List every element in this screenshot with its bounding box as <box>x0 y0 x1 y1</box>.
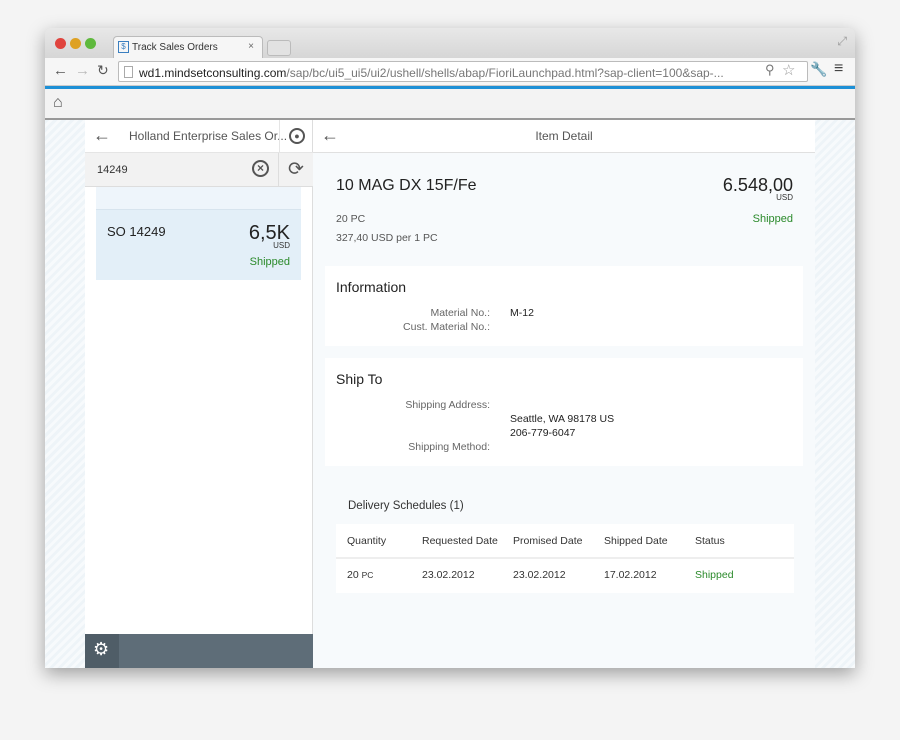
reload-icon[interactable]: ↻ <box>97 62 109 79</box>
gear-icon: ⚙ <box>93 639 110 659</box>
section-heading: Ship To <box>336 371 383 387</box>
material-value: M-12 <box>510 307 534 319</box>
table-row[interactable]: 20 PC 23.02.2012 23.02.2012 17.02.2012 S… <box>336 558 794 591</box>
search-bar[interactable]: 14249 × ⟳ <box>85 153 313 187</box>
material-label: Material No.: <box>430 307 490 319</box>
close-window-button[interactable] <box>55 38 66 49</box>
wrench-icon[interactable]: 🔧 <box>810 61 827 78</box>
detail-title: Item Detail <box>535 129 593 143</box>
tab-bar: $ Track Sales Orders × ⤢ <box>45 28 855 58</box>
page-icon <box>124 66 133 78</box>
qty-cell: 20 PC <box>336 558 422 591</box>
tab-title: Track Sales Orders <box>132 42 218 53</box>
item-status: Shipped <box>249 256 290 268</box>
column-header: Shipped Date <box>604 534 668 547</box>
address-bar: ← → ↻ wd1.mindsetconsulting.com/sap/bc/u… <box>45 58 855 86</box>
information-section: Information Material No.: M-12 Cust. Mat… <box>325 266 803 346</box>
shell-header: ⌂ <box>45 89 855 120</box>
master-title: Holland Enterprise Sales Or... <box>129 129 288 143</box>
item-id: SO 14249 <box>107 224 166 239</box>
search-input[interactable]: 14249 <box>97 164 128 176</box>
promised-date: 23.02.2012 <box>513 569 566 581</box>
cust-material-label: Cust. Material No.: <box>403 321 490 333</box>
menu-icon[interactable]: ≡ <box>834 60 843 78</box>
product-title: 10 MAG DX 15F/Fe <box>336 177 477 194</box>
app-content: ← Holland Enterprise Sales Or... ● 14249… <box>45 120 855 668</box>
address-line: Seattle, WA 98178 US <box>510 413 615 425</box>
settings-button[interactable]: ⚙ <box>85 634 119 668</box>
favicon-icon: $ <box>118 41 129 53</box>
list-item[interactable]: SO 14249 6,5K USD Shipped <box>96 209 301 280</box>
row-status: Shipped <box>695 569 734 581</box>
method-label: Shipping Method: <box>408 441 490 453</box>
master-header: ← Holland Enterprise Sales Or... ● <box>85 120 313 153</box>
qty: 20 <box>347 569 359 581</box>
browser-window: $ Track Sales Orders × ⤢ ← → ↻ wd1.minds… <box>45 28 855 668</box>
column-header: Promised Date <box>513 534 583 547</box>
phone-number: 206-779-6047 <box>510 427 576 439</box>
list-spacer <box>96 187 301 209</box>
address-label: Shipping Address: <box>405 399 490 411</box>
minimize-window-button[interactable] <box>70 38 81 49</box>
url-input[interactable]: wd1.mindsetconsulting.com/sap/bc/ui5_ui5… <box>118 61 808 82</box>
master-footer: ⚙ <box>85 634 313 668</box>
shipped-date: 17.02.2012 <box>604 569 657 581</box>
column-header: Requested Date <box>422 534 498 547</box>
back-icon[interactable]: ← <box>53 62 68 79</box>
ship-to-section: Ship To Shipping Address: Seattle, WA 98… <box>325 358 803 466</box>
unit-price: 327,40 USD per 1 PC <box>336 232 438 244</box>
detail-header: ← Item Detail <box>313 120 815 153</box>
schedules-heading: Delivery Schedules (1) <box>348 500 464 512</box>
forward-icon[interactable]: → <box>75 62 90 79</box>
home-icon[interactable]: ⌂ <box>53 94 63 112</box>
detail-status: Shipped <box>752 213 793 225</box>
clear-search-icon[interactable]: × <box>252 160 269 177</box>
user-button[interactable]: ● <box>279 120 313 153</box>
browser-tab[interactable]: $ Track Sales Orders × <box>113 36 263 58</box>
refresh-button[interactable]: ⟳ <box>278 153 313 187</box>
zoom-icon[interactable]: ⚲ <box>765 62 775 78</box>
column-header: Status <box>695 534 725 547</box>
detail-panel: ← Item Detail 10 MAG DX 15F/Fe 6.548,00 … <box>313 120 815 668</box>
section-heading: Information <box>336 279 407 295</box>
close-tab-icon[interactable]: × <box>248 41 254 52</box>
refresh-icon: ⟳ <box>288 159 304 180</box>
master-panel: ← Holland Enterprise Sales Or... ● 14249… <box>85 120 313 668</box>
item-currency: USD <box>273 241 290 250</box>
new-tab-button[interactable] <box>267 40 291 56</box>
total-currency: USD <box>776 193 793 202</box>
unit: PC <box>361 570 374 580</box>
url-path: /sap/bc/ui5_ui5/ui2/ushell/shells/abap/F… <box>286 66 724 80</box>
schedules-table: Quantity Requested Date Promised Date Sh… <box>336 524 794 593</box>
back-icon[interactable]: ← <box>93 125 111 146</box>
user-icon: ● <box>289 128 305 144</box>
maximize-window-button[interactable] <box>85 38 96 49</box>
url-host: wd1.mindsetconsulting.com <box>139 66 287 80</box>
requested-date: 23.02.2012 <box>422 569 475 581</box>
bookmark-star-icon[interactable]: ☆ <box>782 61 795 79</box>
quantity: 20 PC <box>336 213 366 225</box>
fullscreen-icon[interactable]: ⤢ <box>837 34 847 49</box>
column-header: Quantity <box>347 534 387 547</box>
